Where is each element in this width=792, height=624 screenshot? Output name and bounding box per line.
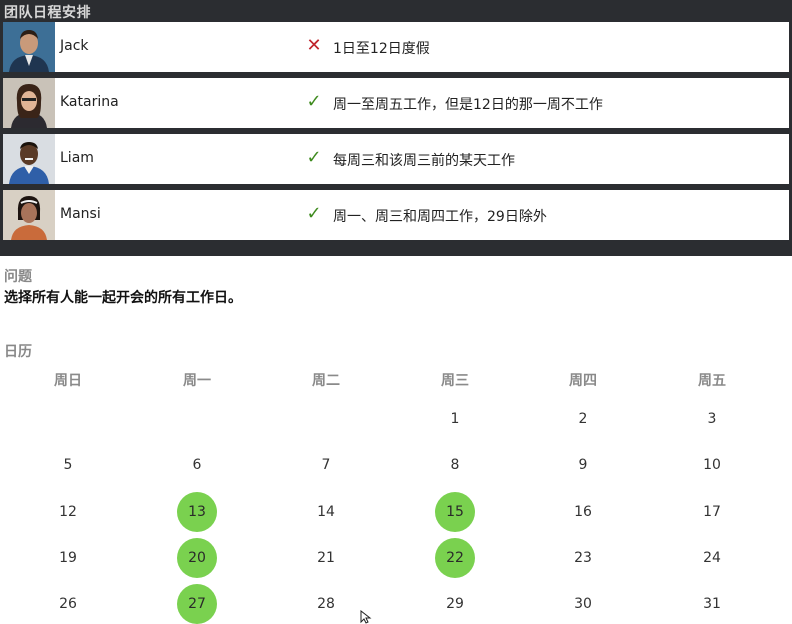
calendar-day-14[interactable]: 14 <box>306 492 346 532</box>
panel-title: 团队日程安排 <box>4 5 91 21</box>
check-icon: ✓ <box>306 147 322 168</box>
calendar-day-17[interactable]: 17 <box>692 492 732 532</box>
calendar-day-30[interactable]: 30 <box>563 584 603 624</box>
person-row-liam: Liam ✓ 每周三和该周三前的某天工作 <box>3 134 789 184</box>
calendar-day-22[interactable]: 22 <box>435 538 475 578</box>
calendar-day-27[interactable]: 27 <box>177 584 217 624</box>
calendar-day-10[interactable]: 10 <box>692 445 732 485</box>
weekday-header: 周四 <box>569 373 597 389</box>
calendar-day-9[interactable]: 9 <box>563 445 603 485</box>
calendar-day-13[interactable]: 13 <box>177 492 217 532</box>
calendar-day-2[interactable]: 2 <box>563 399 603 439</box>
calendar-day-5[interactable]: 5 <box>48 445 88 485</box>
calendar-day-28[interactable]: 28 <box>306 584 346 624</box>
avatar-jack <box>3 22 55 72</box>
person-name: Jack <box>60 38 89 54</box>
avatar-mansi <box>3 190 55 240</box>
team-schedule-panel: 团队日程安排 Jack ✕ 1日至12日度假 Katarina ✓ 周一至周五工… <box>0 0 792 256</box>
calendar-day-31[interactable]: 31 <box>692 584 732 624</box>
calendar-day-6[interactable]: 6 <box>177 445 217 485</box>
calendar-day-8[interactable]: 8 <box>435 445 475 485</box>
person-name: Liam <box>60 150 94 166</box>
person-note: 每周三和该周三前的某天工作 <box>333 153 515 169</box>
person-row-jack: Jack ✕ 1日至12日度假 <box>3 22 789 72</box>
calendar-day-29[interactable]: 29 <box>435 584 475 624</box>
person-note: 周一至周五工作，但是12日的那一周不工作 <box>333 97 603 113</box>
calendar-day-1[interactable]: 1 <box>435 399 475 439</box>
question-label: 问题 <box>4 269 32 285</box>
person-row-mansi: Mansi ✓ 周一、周三和周四工作，29日除外 <box>3 190 789 240</box>
calendar-day-7[interactable]: 7 <box>306 445 346 485</box>
person-note: 周一、周三和周四工作，29日除外 <box>333 209 547 225</box>
avatar-liam <box>3 134 55 184</box>
weekday-header: 周日 <box>54 373 82 389</box>
check-icon: ✓ <box>306 203 322 224</box>
calendar-day-19[interactable]: 19 <box>48 538 88 578</box>
mouse-cursor-icon <box>360 610 372 624</box>
weekday-header: 周三 <box>441 373 469 389</box>
cross-icon: ✕ <box>306 35 322 56</box>
weekday-header: 周二 <box>312 373 340 389</box>
calendar-day-16[interactable]: 16 <box>563 492 603 532</box>
weekday-header: 周五 <box>698 373 726 389</box>
calendar-day-12[interactable]: 12 <box>48 492 88 532</box>
calendar-day-3[interactable]: 3 <box>692 399 732 439</box>
calendar-day-15[interactable]: 15 <box>435 492 475 532</box>
avatar-katarina <box>3 78 55 128</box>
calendar-day-21[interactable]: 21 <box>306 538 346 578</box>
question-text: 选择所有人能一起开会的所有工作日。 <box>4 290 242 306</box>
check-icon: ✓ <box>306 91 322 112</box>
person-name: Mansi <box>60 206 101 222</box>
calendar-day-23[interactable]: 23 <box>563 538 603 578</box>
calendar-day-20[interactable]: 20 <box>177 538 217 578</box>
calendar-day-24[interactable]: 24 <box>692 538 732 578</box>
person-row-katarina: Katarina ✓ 周一至周五工作，但是12日的那一周不工作 <box>3 78 789 128</box>
calendar-label: 日历 <box>4 344 32 360</box>
calendar-day-26[interactable]: 26 <box>48 584 88 624</box>
person-name: Katarina <box>60 94 119 110</box>
weekday-header: 周一 <box>183 373 211 389</box>
person-note: 1日至12日度假 <box>333 41 430 57</box>
